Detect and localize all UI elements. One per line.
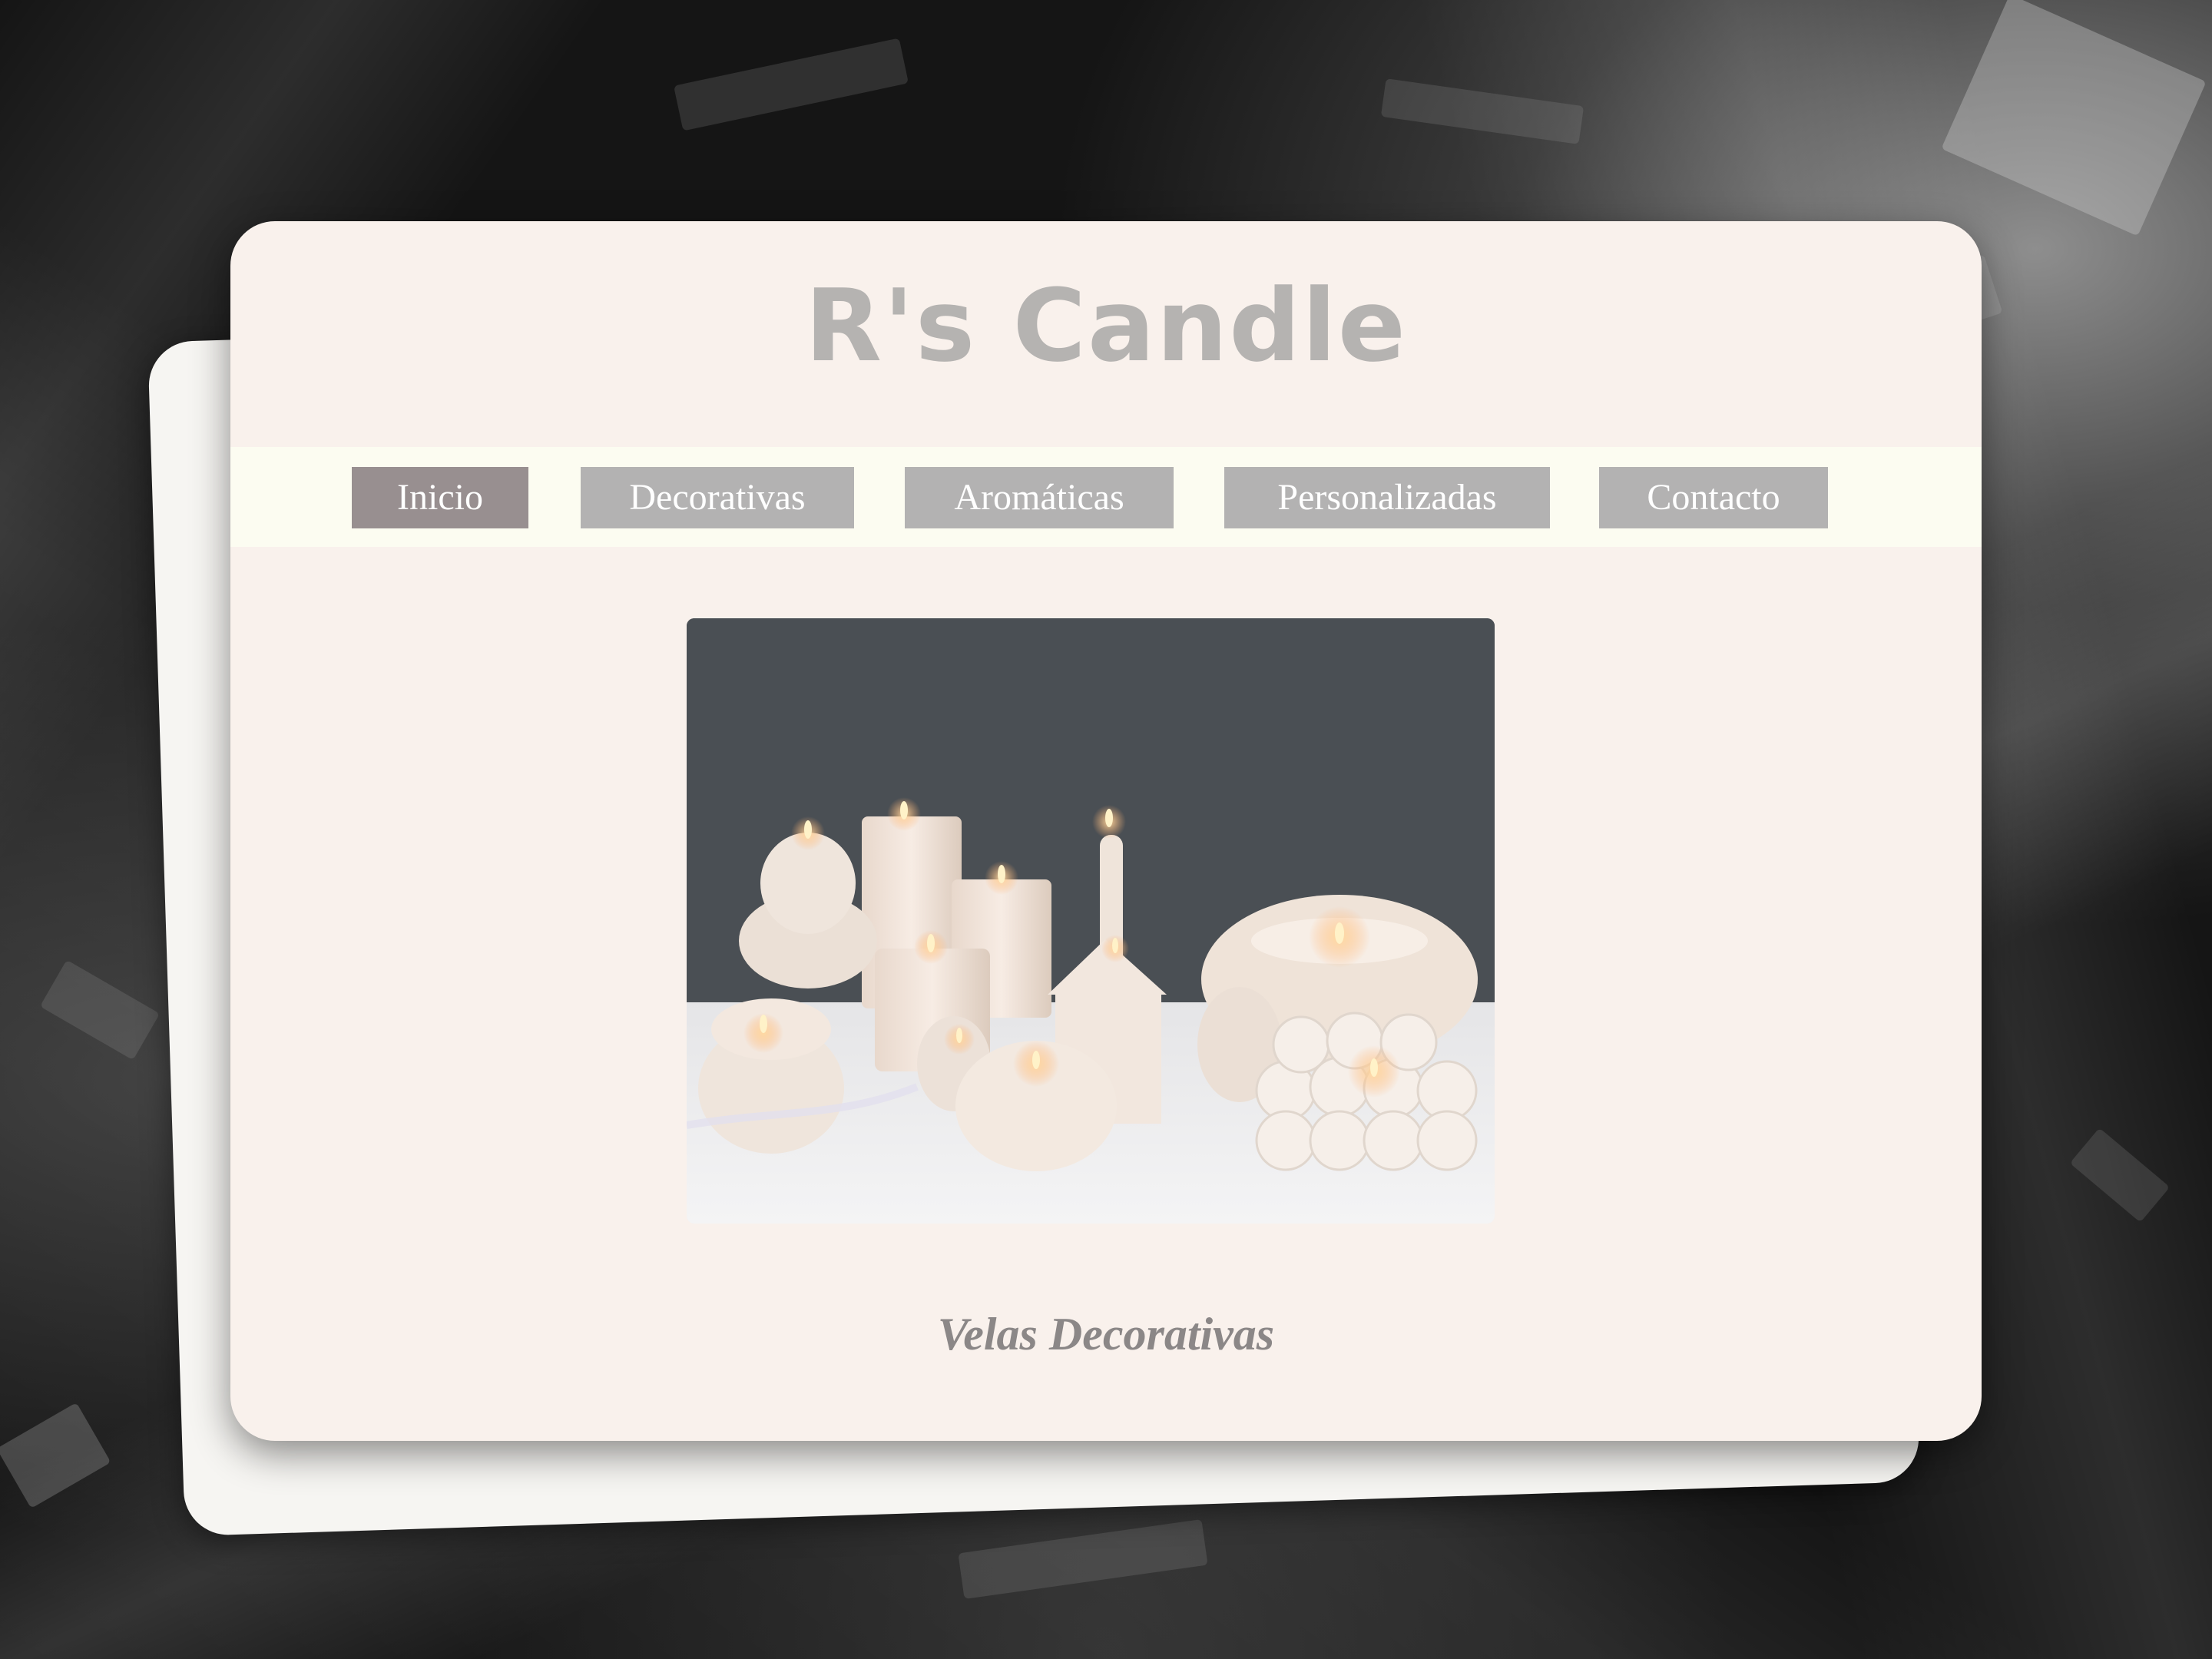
- nav-item-personalizadas[interactable]: Personalizadas: [1224, 467, 1550, 528]
- website-card: R's Candle Inicio Decorativas Aromáticas…: [230, 221, 1982, 1441]
- hero-caption: Velas Decorativas: [937, 1309, 1275, 1359]
- hero-candles-image: [687, 618, 1495, 1224]
- navigation-bar: Inicio Decorativas Aromáticas Personaliz…: [230, 447, 1982, 547]
- nav-item-contacto[interactable]: Contacto: [1599, 467, 1828, 528]
- nav-item-aromaticas[interactable]: Aromáticas: [905, 467, 1174, 528]
- nav-item-decorativas[interactable]: Decorativas: [581, 467, 854, 528]
- site-title: R's Candle: [804, 267, 1407, 384]
- nav-item-inicio[interactable]: Inicio: [352, 467, 528, 528]
